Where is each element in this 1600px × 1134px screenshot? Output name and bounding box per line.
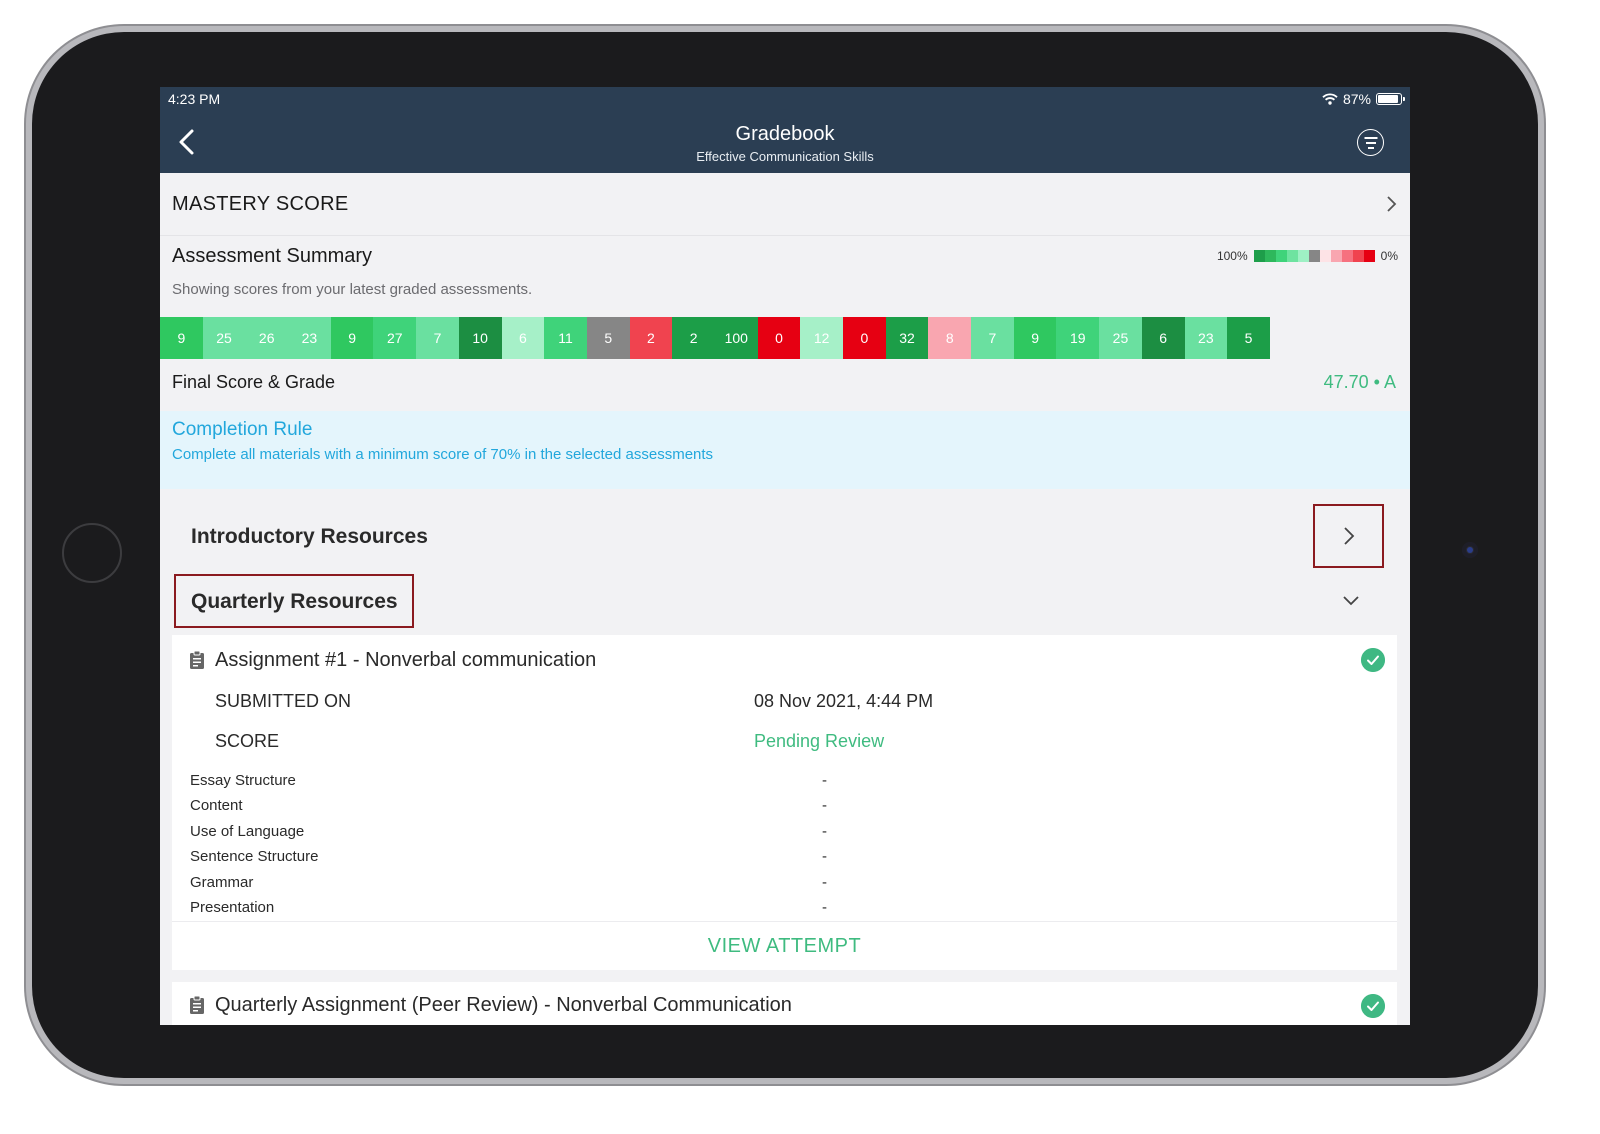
legend-swatch: [1363, 250, 1375, 262]
score-cell[interactable]: 23: [1184, 317, 1228, 359]
header-titles: Gradebook Effective Communication Skills: [160, 123, 1410, 164]
score-cell[interactable]: 9: [1013, 317, 1057, 359]
battery-percent: 87%: [1342, 91, 1371, 107]
status-indicators: 87%: [1322, 91, 1405, 107]
score-cell[interactable]: 25: [202, 317, 246, 359]
score-label: SCORE: [215, 731, 280, 751]
score-cell[interactable]: 27: [373, 317, 417, 359]
chevron-right-icon: [1387, 196, 1397, 212]
clipboard-icon: [190, 650, 204, 669]
assessment-summary-note: Showing scores from your latest graded a…: [172, 281, 533, 298]
score-cell[interactable]: 0: [843, 317, 886, 359]
criterion-name: Sentence Structure: [190, 848, 319, 865]
page-title: Gradebook: [735, 123, 835, 145]
score-cell[interactable]: 19: [1056, 317, 1100, 359]
score-cell[interactable]: 8: [928, 317, 972, 359]
introductory-expand-button[interactable]: [1313, 504, 1384, 568]
legend-high-label: 100%: [1216, 249, 1248, 263]
introductory-resources-label: Introductory Resources: [191, 525, 428, 548]
card-divider: [172, 921, 1397, 922]
battery-icon: [1376, 93, 1405, 105]
score-cell[interactable]: 6: [1141, 317, 1185, 359]
page-subtitle: Effective Communication Skills: [696, 149, 874, 164]
clipboard-icon: [190, 995, 204, 1014]
final-score-label: Final Score & Grade: [172, 372, 336, 392]
legend-swatch: [1286, 250, 1298, 262]
score-value: Pending Review: [754, 731, 885, 751]
score-cell[interactable]: 2: [672, 317, 715, 359]
score-cell[interactable]: 23: [288, 317, 331, 359]
score-cell[interactable]: 7: [416, 317, 459, 359]
home-button[interactable]: [62, 523, 122, 583]
criterion-name: Grammar: [190, 874, 254, 891]
submitted-on-value: 08 Nov 2021, 4:44 PM: [754, 691, 934, 711]
completion-rule-title: Completion Rule: [172, 419, 313, 440]
final-score-value: 47.70 • A: [1323, 372, 1396, 392]
legend-low-label: 0%: [1380, 249, 1398, 263]
criterion-value: -: [822, 772, 827, 789]
section-quarterly-resources[interactable]: Quarterly Resources: [174, 574, 414, 628]
criterion-value: -: [822, 874, 827, 891]
score-cell[interactable]: 26: [245, 317, 289, 359]
score-cell[interactable]: 5: [586, 317, 630, 359]
legend-swatch: [1308, 250, 1320, 262]
completion-rule-text: Complete all materials with a minimum sc…: [172, 446, 714, 463]
legend-swatch: [1275, 250, 1287, 262]
score-cell[interactable]: 32: [885, 317, 929, 359]
legend-swatch: [1319, 250, 1331, 262]
legend-swatch: [1352, 250, 1364, 262]
score-cell[interactable]: 11: [544, 317, 587, 359]
legend-swatch: [1330, 250, 1342, 262]
score-cell[interactable]: 10: [458, 317, 502, 359]
score-cell[interactable]: 0: [757, 317, 801, 359]
score-cell[interactable]: 9: [160, 317, 203, 359]
criterion-name: Essay Structure: [190, 772, 296, 789]
view-attempt-button[interactable]: VIEW ATTEMPT: [172, 935, 1397, 958]
score-cell[interactable]: 7: [971, 317, 1014, 359]
completed-check-icon: [1361, 648, 1385, 672]
criterion-value: -: [822, 848, 827, 865]
app-screen: 4:23 PM 87% Gradebook Effective Communic…: [160, 87, 1410, 1025]
assignment-card: Quarterly Assignment (Peer Review) - Non…: [172, 982, 1397, 1025]
score-cell[interactable]: 6: [501, 317, 545, 359]
legend-swatch: [1297, 250, 1309, 262]
criterion-name: Use of Language: [190, 823, 305, 840]
camera-icon: [1462, 542, 1478, 558]
score-cell[interactable]: 12: [800, 317, 843, 359]
section-introductory-resources[interactable]: Introductory Resources: [160, 489, 1410, 579]
assignment-card: Assignment #1 - Nonverbal communication …: [172, 635, 1397, 970]
score-cell[interactable]: 100: [714, 317, 758, 359]
filter-icon[interactable]: [1357, 129, 1384, 156]
criterion-name: Presentation: [190, 899, 275, 916]
criterion-value: -: [822, 823, 827, 840]
completed-check-icon: [1361, 994, 1385, 1018]
assessment-summary-title: Assessment Summary: [172, 245, 373, 267]
legend-swatch: [1264, 250, 1276, 262]
quarterly-resources-label: Quarterly Resources: [191, 590, 398, 613]
score-cell[interactable]: 9: [330, 317, 374, 359]
mastery-score-row[interactable]: MASTERY SCORE: [160, 173, 1410, 236]
chevron-right-icon: [1344, 527, 1355, 545]
submitted-on-label: SUBMITTED ON: [215, 691, 352, 711]
legend-swatch: [1253, 250, 1265, 262]
mastery-score-label: MASTERY SCORE: [172, 193, 349, 215]
status-time: 4:23 PM: [168, 91, 221, 107]
score-cell[interactable]: 5: [1227, 317, 1270, 359]
criterion-name: Content: [190, 797, 243, 814]
wifi-icon: [1322, 93, 1338, 105]
legend-swatch: [1341, 250, 1353, 262]
chevron-down-icon[interactable]: [1342, 592, 1360, 610]
score-cell[interactable]: 25: [1099, 317, 1142, 359]
criterion-value: -: [822, 797, 827, 814]
completion-rule-box: Completion Rule Complete all materials w…: [160, 411, 1410, 489]
legend-color-scale: [1253, 250, 1375, 262]
assignment-title[interactable]: Quarterly Assignment (Peer Review) - Non…: [215, 994, 792, 1017]
assignment-title[interactable]: Assignment #1 - Nonverbal communication: [215, 649, 596, 672]
criterion-value: -: [822, 899, 827, 916]
score-legend: 100% 0%: [1217, 249, 1398, 263]
score-strip: 9 25 26 23 9 27 7 10 6 11 5 2 2 100 0 12 0 32 8 7 9 19 25 6 23 5: [160, 317, 1270, 359]
score-cell[interactable]: 2: [629, 317, 673, 359]
nav-header: 4:23 PM 87% Gradebook Effective Communic…: [160, 87, 1410, 173]
